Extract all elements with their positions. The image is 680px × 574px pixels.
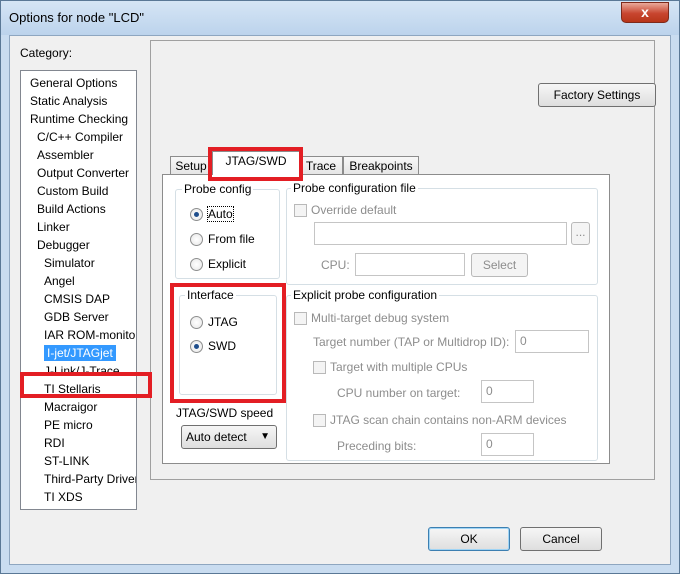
category-item-label: Runtime Checking [30,112,129,126]
category-item-label: Assembler [37,148,94,162]
category-item-linker[interactable]: Linker [21,218,136,236]
category-item-pe-micro[interactable]: PE micro [21,416,136,434]
cpu-number-input[interactable]: 0 [481,380,534,403]
category-item-gdb-server[interactable]: GDB Server [21,308,136,326]
category-item-angel[interactable]: Angel [21,272,136,290]
category-item-build-actions[interactable]: Build Actions [21,200,136,218]
preceding-bits-label: Preceding bits: [337,439,417,453]
category-item-third-party-driver[interactable]: Third-Party Driver [21,470,136,488]
multi-target-label[interactable]: Multi-target debug system [311,311,449,325]
category-item-static-analysis[interactable]: Static Analysis [21,92,136,110]
speed-label: JTAG/SWD speed [176,406,274,420]
category-label: Category: [20,46,73,60]
tab-trace[interactable]: Trace [299,156,343,176]
speed-dropdown[interactable]: Auto detect ▼ [181,425,277,449]
window-title: Options for node "LCD" [9,10,144,25]
speed-value: Auto detect [186,430,247,444]
category-item-label: Debugger [37,238,90,252]
target-number-input[interactable]: 0 [515,330,589,353]
category-item-c-c-compiler[interactable]: C/C++ Compiler [21,128,136,146]
category-list[interactable]: General Options Static Analysis Runtime Ch… [20,70,137,510]
interface-title: Interface [185,288,236,302]
chevron-down-icon: ▼ [260,431,270,442]
category-item-assembler[interactable]: Assembler [21,146,136,164]
category-item-iar-rom-monitor[interactable]: IAR ROM-monitor [21,326,136,344]
title-bar[interactable]: Options for node "LCD" x [1,1,679,35]
tab-jtag-swd[interactable]: JTAG/SWD [212,151,300,175]
factory-settings-button[interactable]: Factory Settings [538,83,656,107]
probe-config-title: Probe config [182,182,254,196]
category-item-label: Build Actions [37,202,106,216]
category-item-label: I-jet/JTAGjet [44,345,116,361]
category-item-output-converter[interactable]: Output Converter [21,164,136,182]
category-item-label: Macraigor [44,400,98,414]
interface-jtag-radio[interactable] [190,316,203,329]
browse-button[interactable]: ... [571,222,590,245]
category-item-runtime-checking[interactable]: Runtime Checking [21,110,136,128]
override-default-label[interactable]: Override default [311,203,396,217]
category-item-label: RDI [44,436,65,450]
category-item-label: ST-LINK [44,454,90,468]
category-item-label: CMSIS DAP [44,292,111,306]
category-item-j-link-j-trace[interactable]: J-Link/J-Trace [21,362,136,380]
category-item-label: C/C++ Compiler [37,130,124,144]
category-item-label: PE micro [44,418,93,432]
probe-file-title: Probe configuration file [291,181,418,195]
category-item-label: General Options [30,76,118,90]
category-item-label: J-Link/J-Trace [44,364,120,378]
category-item-debugger[interactable]: Debugger [21,236,136,254]
category-item-custom-build[interactable]: Custom Build [21,182,136,200]
cpu-input[interactable] [355,253,465,276]
category-item-macraigor[interactable]: Macraigor [21,398,136,416]
select-cpu-button[interactable]: Select [471,253,528,277]
target-number-label: Target number (TAP or Multidrop ID): [313,335,510,349]
cancel-button[interactable]: Cancel [520,527,602,551]
category-item-ti-xds[interactable]: TI XDS [21,488,136,506]
explicit-probe-title: Explicit probe configuration [291,288,440,302]
ok-button[interactable]: OK [428,527,510,551]
tab-breakpoints[interactable]: Breakpoints [343,156,419,176]
probe-explicit-radio[interactable] [190,258,203,271]
cpu-label: CPU: [321,258,350,272]
probe-auto-label[interactable]: Auto [207,206,234,222]
category-item-label: Linker [37,220,70,234]
multiple-cpus-label[interactable]: Target with multiple CPUs [330,360,467,374]
close-icon: x [641,4,649,20]
interface-swd-label[interactable]: SWD [208,339,236,353]
scan-chain-label[interactable]: JTAG scan chain contains non-ARM devices [330,413,567,427]
category-item-cmsis-dap[interactable]: CMSIS DAP [21,290,136,308]
probe-explicit-label[interactable]: Explicit [208,257,246,271]
category-item-ti-stellaris[interactable]: TI Stellaris [21,380,136,398]
probe-file-path-input[interactable] [314,222,567,245]
category-item-label: TI XDS [44,490,83,504]
category-item-label: Output Converter [37,166,130,180]
probe-from-file-radio[interactable] [190,233,203,246]
preceding-bits-input[interactable]: 0 [481,433,534,456]
category-item-label: Custom Build [37,184,109,198]
category-item-simulator[interactable]: Simulator [21,254,136,272]
interface-jtag-label[interactable]: JTAG [208,315,238,329]
category-item-label: Third-Party Driver [44,472,136,486]
category-item-rdi[interactable]: RDI [21,434,136,452]
tab-setup[interactable]: Setup [170,156,212,176]
scan-chain-checkbox[interactable] [313,414,326,427]
interface-swd-radio[interactable] [190,340,203,353]
close-button[interactable]: x [621,2,669,23]
probe-from-file-label[interactable]: From file [208,232,255,246]
category-item-label: Static Analysis [30,94,108,108]
multiple-cpus-checkbox[interactable] [313,361,326,374]
cpu-number-label: CPU number on target: [337,386,461,400]
multi-target-checkbox[interactable] [294,312,307,325]
category-item-i-jet-jtagjet[interactable]: I-jet/JTAGjet [21,344,136,362]
category-item-label: TI Stellaris [44,382,101,396]
category-item-label: Simulator [44,256,95,270]
override-default-checkbox[interactable] [294,204,307,217]
category-item-general-options[interactable]: General Options [21,74,136,92]
category-item-label: Angel [44,274,75,288]
category-item-st-link[interactable]: ST-LINK [21,452,136,470]
category-item-label: IAR ROM-monitor [44,328,136,342]
category-item-label: GDB Server [44,310,109,324]
probe-auto-radio[interactable] [190,208,203,221]
